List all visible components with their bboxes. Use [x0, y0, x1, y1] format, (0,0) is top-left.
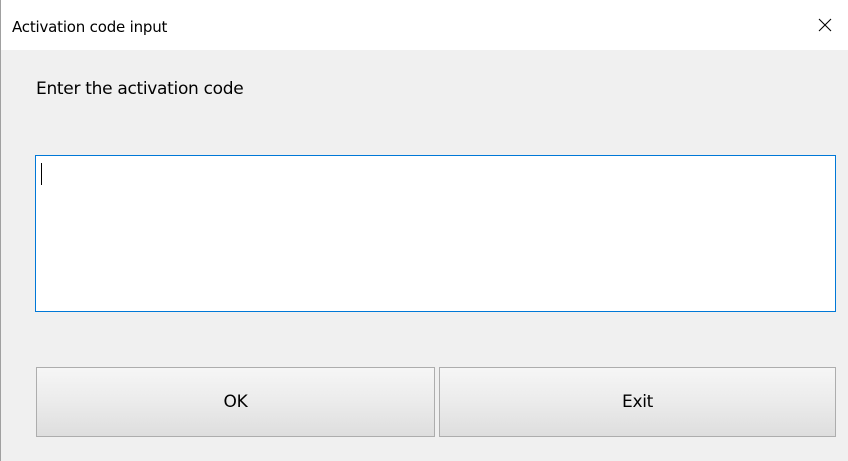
- window-title: Activation code input: [12, 18, 168, 36]
- ok-button[interactable]: OK: [36, 367, 435, 437]
- activation-dialog: Activation code input Enter the activati…: [0, 0, 848, 461]
- activation-code-input[interactable]: [35, 155, 836, 312]
- activation-code-prompt: Enter the activation code: [36, 79, 244, 99]
- exit-button[interactable]: Exit: [439, 367, 836, 437]
- title-bar[interactable]: Activation code input: [1, 0, 848, 50]
- text-caret: [41, 163, 42, 185]
- close-button[interactable]: [802, 0, 848, 50]
- close-icon: [817, 17, 833, 33]
